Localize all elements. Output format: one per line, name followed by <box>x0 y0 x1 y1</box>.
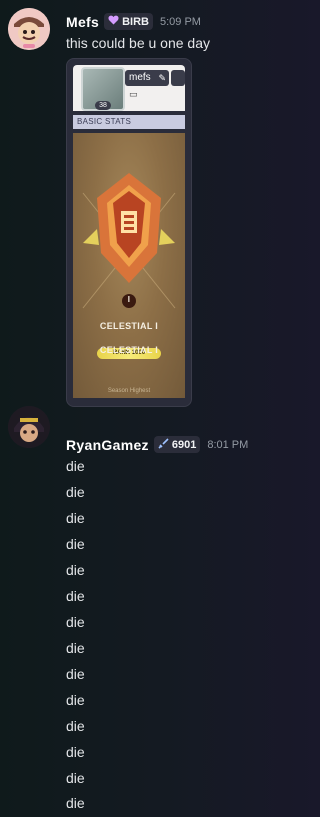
heart-icon <box>108 15 119 28</box>
rank-title: CELESTIAL I <box>99 321 159 331</box>
message-line: die <box>66 692 85 708</box>
edit-icon: ✎ <box>158 73 166 83</box>
profile-name: mefs ✎ <box>125 70 169 86</box>
message-line: die <box>66 510 85 526</box>
avatar[interactable] <box>8 8 50 50</box>
guild-tag[interactable]: 6901 <box>153 436 201 453</box>
message-text: this could be u one day <box>66 35 210 51</box>
username[interactable]: Mefs <box>66 14 99 30</box>
avatar-image <box>8 8 50 50</box>
message-line: die <box>66 562 85 578</box>
section-title: BASIC STATS <box>73 115 185 129</box>
message-line: die <box>66 744 85 760</box>
guild-tag[interactable]: BIRB <box>104 13 153 30</box>
image-attachment[interactable]: 38 mefs ✎ ▭ BASIC STATS I CELESTIAL I RA… <box>66 58 192 407</box>
message-line: die <box>66 718 85 734</box>
level-badge: 38 <box>95 101 111 110</box>
message-line: die <box>66 614 85 630</box>
message-line: die <box>66 770 85 786</box>
avatar-image <box>8 406 50 448</box>
message-line: die <box>66 640 85 656</box>
profile-header: 38 mefs ✎ ▭ <box>73 65 185 111</box>
season-highest-rank: CELESTIAL I <box>99 345 159 355</box>
message-line: die <box>66 666 85 682</box>
guild-tag-label: BIRB <box>122 15 149 28</box>
message-line: die <box>66 588 85 604</box>
rank-panel: I CELESTIAL I RANK 1000 Season Highest <box>73 133 185 398</box>
sticker-icon <box>171 70 185 86</box>
message-line: die <box>66 795 85 811</box>
message-line: die <box>66 458 85 474</box>
message-line: die <box>66 536 85 552</box>
username[interactable]: RyanGamez <box>66 437 149 453</box>
timestamp[interactable]: 8:01 PM <box>207 439 248 451</box>
message-line: die <box>66 484 85 500</box>
message-header: RyanGamez 6901 8:01 PM <box>66 436 248 453</box>
avatar[interactable] <box>8 406 50 448</box>
profile-name-text: mefs <box>129 72 151 83</box>
message-header: Mefs BIRB 5:09 PM <box>66 13 201 30</box>
guild-tag-label: 6901 <box>171 438 197 451</box>
tier-roman: I <box>127 295 131 304</box>
timestamp[interactable]: 5:09 PM <box>160 16 201 28</box>
season-highest-label: Season Highest <box>107 388 151 394</box>
monitor-icon: ▭ <box>129 89 138 99</box>
sword-icon <box>158 437 169 452</box>
